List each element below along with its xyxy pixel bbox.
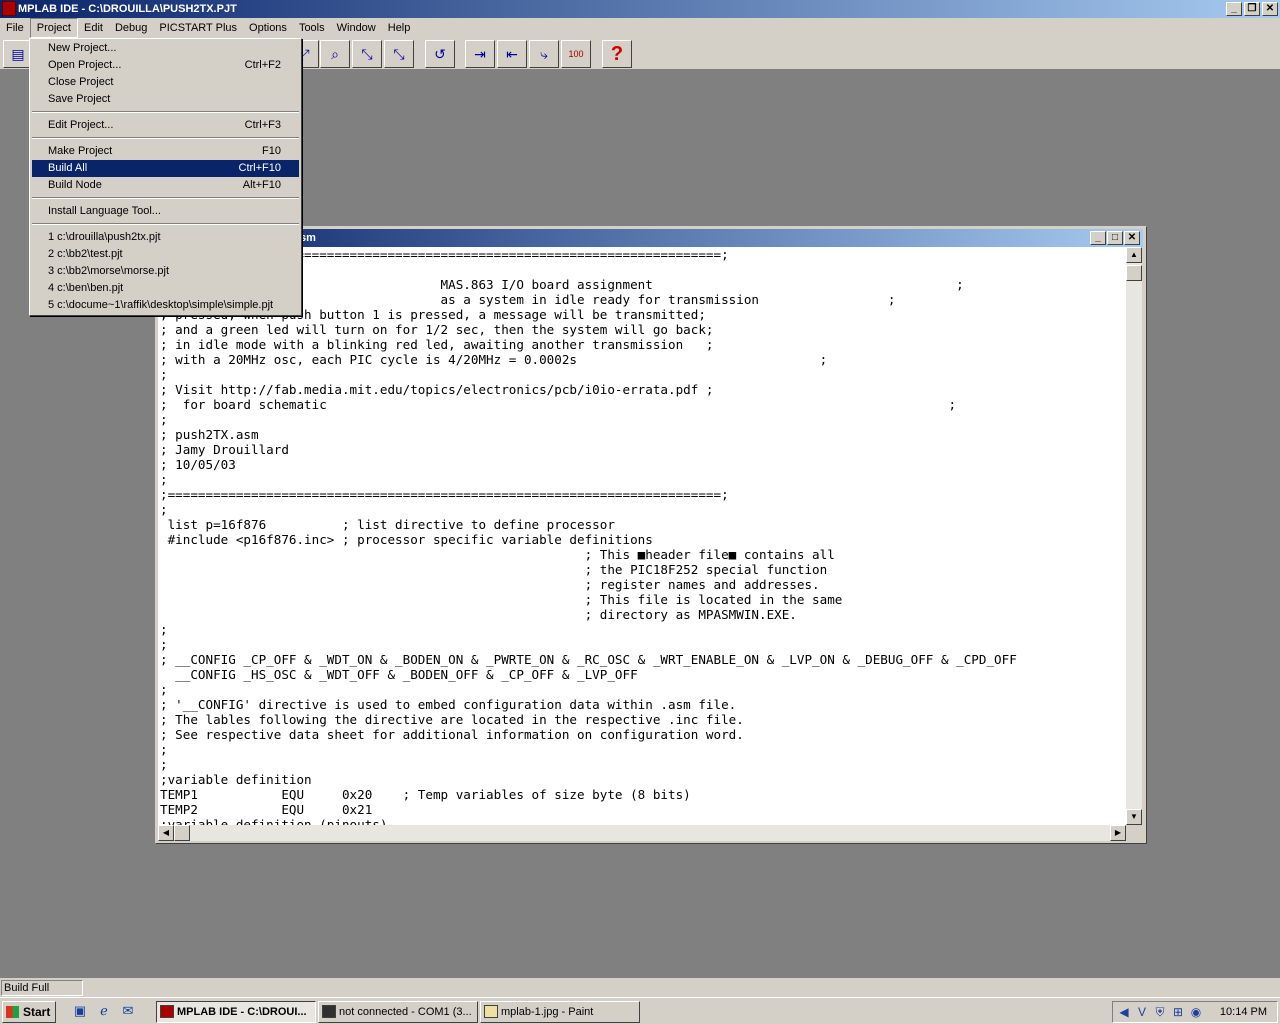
network-icon[interactable]: ⊞ xyxy=(1171,1005,1185,1019)
outlook-express-icon[interactable]: ✉ xyxy=(120,1003,136,1019)
volume-icon[interactable]: ◀ xyxy=(1117,1005,1131,1019)
task-paint[interactable]: mplab-1.jpg - Paint xyxy=(480,1001,640,1023)
menu-item-build-node[interactable]: Build Node Alt+F10 xyxy=(32,177,299,194)
menu-window[interactable]: Window xyxy=(331,19,382,37)
trace-toolbar-icon[interactable]: ⤡ xyxy=(352,40,382,68)
mplab-task-icon xyxy=(160,1005,174,1018)
editor-close-button[interactable]: ✕ xyxy=(1124,231,1140,245)
menu-item-build-all[interactable]: Build All Ctrl+F10 xyxy=(32,160,299,177)
hex-toolbar-icon[interactable]: 100 xyxy=(561,40,591,68)
internet-explorer-icon[interactable]: ℯ xyxy=(96,1003,112,1019)
menu-item-new-project[interactable]: New Project... xyxy=(32,40,299,57)
close-button[interactable]: ✕ xyxy=(1262,2,1278,16)
start-button[interactable]: Start xyxy=(2,1001,56,1023)
taskbar: Start ▣ ℯ ✉ MPLAB IDE - C:\DROUI... not … xyxy=(0,997,1280,1024)
status-bar: Build Full Project xyxy=(0,977,1280,1008)
clock: 10:14 PM xyxy=(1219,1006,1267,1018)
help-toolbar-icon[interactable]: ? xyxy=(602,40,632,68)
editor-title-bar: sm _ □ ✕ xyxy=(158,229,1143,247)
code-editor[interactable]: ;=======================================… xyxy=(158,247,1126,825)
menu-item-make-project[interactable]: Make Project F10 xyxy=(32,143,299,160)
vertical-scrollbar[interactable]: ▲ ▼ xyxy=(1126,247,1142,825)
menu-file[interactable]: File xyxy=(0,19,30,37)
windows-logo-icon xyxy=(6,1006,19,1018)
horizontal-scroll-thumb[interactable] xyxy=(174,825,190,841)
menu-item-recent-2[interactable]: 2 c:\bb2\test.pjt xyxy=(32,246,299,263)
branch-toolbar-icon[interactable]: ⤷ xyxy=(529,40,559,68)
minimize-button[interactable]: _ xyxy=(1226,2,1242,16)
menu-edit[interactable]: Edit xyxy=(78,19,109,37)
menu-project[interactable]: Project xyxy=(29,18,78,38)
menu-separator xyxy=(32,223,299,225)
restore-button[interactable]: ❐ xyxy=(1244,2,1260,16)
editor-minimize-button[interactable]: _ xyxy=(1090,231,1106,245)
scroll-right-arrow-icon[interactable]: ▶ xyxy=(1110,825,1126,841)
editor-window: sm _ □ ✕ ;==============================… xyxy=(155,226,1147,844)
source-code[interactable]: ;=======================================… xyxy=(160,247,1017,825)
horizontal-scrollbar[interactable]: ◀ ▶ xyxy=(158,825,1126,841)
system-tray: ◀ V ⛨ ⊞ ◉ 10:14 PM xyxy=(1112,1001,1278,1023)
task-hyperterminal[interactable]: not connected - COM1 (3... xyxy=(318,1001,478,1023)
app-title-bar: MPLAB IDE - C:\DROUILLA\PUSH2TX.PJT _ ❐ … xyxy=(0,0,1280,18)
menu-item-recent-3[interactable]: 3 c:\bb2\morse\morse.pjt xyxy=(32,263,299,280)
menu-separator xyxy=(32,111,299,113)
menu-item-edit-project[interactable]: Edit Project... Ctrl+F3 xyxy=(32,117,299,134)
mplab-app-icon[interactable] xyxy=(2,1,16,16)
menu-item-install-language-tool[interactable]: Install Language Tool... xyxy=(32,203,299,220)
menu-item-recent-5[interactable]: 5 c:\docume~1\raffik\desktop\simple\simp… xyxy=(32,297,299,314)
undo-toolbar-icon[interactable]: ↺ xyxy=(425,40,455,68)
trace2-toolbar-icon[interactable]: ⤡ xyxy=(384,40,414,68)
menu-bar: File Project Edit Debug PICSTART Plus Op… xyxy=(0,18,1280,38)
vertical-scroll-thumb[interactable] xyxy=(1126,265,1142,281)
menu-item-open-project[interactable]: Open Project... Ctrl+F2 xyxy=(32,57,299,74)
menu-debug[interactable]: Debug xyxy=(109,19,153,37)
scroll-down-arrow-icon[interactable]: ▼ xyxy=(1126,809,1142,825)
resize-grip-icon[interactable] xyxy=(1126,825,1142,841)
editor-title: sm xyxy=(300,232,316,244)
menu-tools[interactable]: Tools xyxy=(293,19,331,37)
paint-task-icon xyxy=(484,1005,498,1018)
globe-icon[interactable]: ◉ xyxy=(1189,1005,1203,1019)
terminal-task-icon xyxy=(322,1005,336,1018)
menu-picstart-plus[interactable]: PICSTART Plus xyxy=(153,19,243,37)
indent-toolbar-icon[interactable]: ⇥ xyxy=(465,40,495,68)
menu-item-save-project[interactable]: Save Project xyxy=(32,91,299,108)
scroll-left-arrow-icon[interactable]: ◀ xyxy=(158,825,174,841)
project-dropdown-menu: New Project... Open Project... Ctrl+F2 Cl… xyxy=(29,38,302,316)
status-text: Build Full Project xyxy=(1,980,83,1008)
menu-options[interactable]: Options xyxy=(243,19,293,37)
app-title: MPLAB IDE - C:\DROUILLA\PUSH2TX.PJT xyxy=(18,3,237,15)
menu-help[interactable]: Help xyxy=(382,19,417,37)
editor-maximize-button[interactable]: □ xyxy=(1107,231,1123,245)
zoom-toolbar-icon[interactable]: ⌕ xyxy=(320,40,350,68)
menu-item-recent-1[interactable]: 1 c:\drouilla\push2tx.pjt xyxy=(32,229,299,246)
antivirus-icon[interactable]: V xyxy=(1135,1005,1149,1019)
scroll-up-arrow-icon[interactable]: ▲ xyxy=(1126,247,1142,263)
menu-separator xyxy=(32,197,299,199)
menu-item-recent-4[interactable]: 4 c:\ben\ben.pjt xyxy=(32,280,299,297)
menu-item-close-project[interactable]: Close Project xyxy=(32,74,299,91)
outdent-toolbar-icon[interactable]: ⇤ xyxy=(497,40,527,68)
menu-separator xyxy=(32,137,299,139)
shield-icon[interactable]: ⛨ xyxy=(1153,1005,1167,1019)
task-mplab-ide[interactable]: MPLAB IDE - C:\DROUI... xyxy=(156,1001,316,1023)
show-desktop-icon[interactable]: ▣ xyxy=(72,1003,88,1019)
